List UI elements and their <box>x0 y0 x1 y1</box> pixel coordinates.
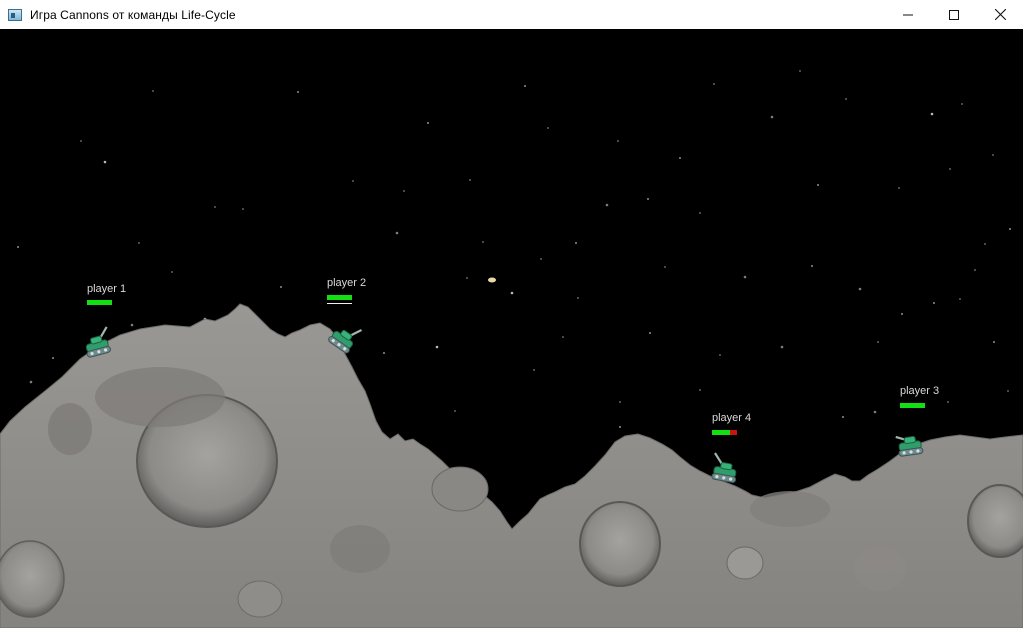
minimize-icon <box>903 14 913 15</box>
star <box>29 380 33 384</box>
star <box>562 336 564 338</box>
star <box>664 266 666 268</box>
star <box>699 389 701 391</box>
minimize-button[interactable] <box>885 0 931 29</box>
star <box>858 287 862 291</box>
player-label: player 1 <box>87 283 127 295</box>
title-bar[interactable]: Игра Cannons от команды Life-Cycle <box>0 0 1023 29</box>
star <box>799 70 801 72</box>
star <box>435 345 439 349</box>
selection-underline <box>327 303 352 304</box>
star <box>547 127 549 129</box>
window-app-icon <box>8 8 22 21</box>
player-label: player 4 <box>712 412 752 424</box>
star <box>171 271 173 273</box>
star <box>974 269 976 271</box>
star <box>1007 390 1009 392</box>
star <box>770 115 774 119</box>
star <box>947 401 949 403</box>
star <box>699 212 701 214</box>
close-icon <box>994 9 1006 20</box>
health-bar <box>900 403 925 408</box>
star <box>713 83 715 85</box>
game-scene[interactable]: player 1 player 2 player 3 player 4 <box>0 29 1023 628</box>
health-bar-fill <box>712 430 730 435</box>
star <box>877 341 879 343</box>
star <box>103 160 107 164</box>
player-label: player 3 <box>900 385 940 397</box>
star <box>152 90 154 92</box>
star <box>577 297 579 299</box>
health-bar-fill <box>900 403 925 408</box>
health-bar-fill <box>327 295 352 300</box>
star <box>961 103 963 105</box>
health-bar <box>87 300 112 305</box>
health-bar-fill <box>87 300 112 305</box>
star <box>466 277 468 279</box>
star <box>130 323 134 327</box>
star <box>524 85 526 87</box>
star <box>898 187 900 189</box>
star <box>992 154 994 156</box>
star <box>575 242 577 244</box>
star <box>297 91 299 93</box>
star <box>619 401 621 403</box>
star <box>1009 228 1011 230</box>
star <box>649 332 651 334</box>
star <box>930 112 934 116</box>
star <box>280 286 282 288</box>
star <box>993 341 995 343</box>
star <box>52 357 54 359</box>
star <box>949 168 951 170</box>
star <box>469 179 471 181</box>
maximize-button[interactable] <box>931 0 977 29</box>
star <box>242 208 244 210</box>
star <box>619 426 621 428</box>
star <box>984 243 986 245</box>
star <box>395 231 399 235</box>
star <box>817 184 819 186</box>
star <box>214 206 216 208</box>
tank-player-3 <box>895 435 924 457</box>
player-label: player 2 <box>327 277 367 289</box>
star <box>901 313 903 315</box>
star <box>352 180 354 182</box>
star <box>679 157 681 159</box>
health-bar <box>327 295 352 300</box>
star <box>842 416 844 418</box>
maximize-icon <box>949 9 959 20</box>
star <box>540 258 542 260</box>
star <box>533 369 535 371</box>
star <box>138 242 140 244</box>
window-controls <box>885 0 1023 29</box>
star <box>845 98 847 100</box>
star <box>605 203 609 207</box>
projectile <box>488 277 496 283</box>
window-title: Игра Cannons от команды Life-Cycle <box>30 7 236 22</box>
scene-canvas <box>0 70 1023 628</box>
star <box>427 122 429 124</box>
star <box>482 241 484 243</box>
health-bar <box>712 430 737 435</box>
star <box>873 410 877 414</box>
star <box>80 140 82 142</box>
star <box>510 291 514 295</box>
star <box>617 140 619 142</box>
star <box>647 198 649 200</box>
star <box>959 298 961 300</box>
star <box>780 345 784 349</box>
tank-player-4 <box>711 452 737 483</box>
star <box>454 410 456 412</box>
close-button[interactable] <box>977 0 1023 29</box>
star <box>933 302 935 304</box>
star <box>719 354 721 356</box>
star <box>743 275 747 279</box>
star <box>811 265 813 267</box>
star <box>383 352 385 354</box>
game-window: Игра Cannons от команды Life-Cycle playe… <box>0 0 1023 628</box>
star <box>403 190 405 192</box>
star <box>17 246 19 248</box>
